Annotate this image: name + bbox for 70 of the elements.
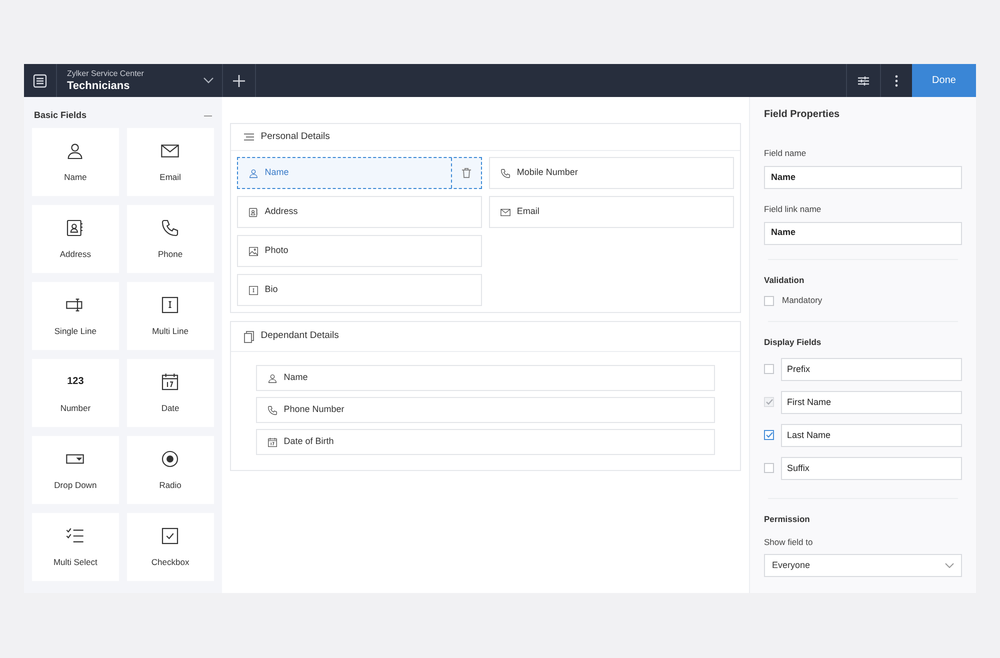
field-type-tile[interactable]: Drop Down xyxy=(32,436,119,504)
text-area-icon xyxy=(160,294,180,315)
field-type-tile[interactable]: Email xyxy=(126,128,214,196)
section-title: Dependant Details xyxy=(260,329,339,344)
field-type-tile[interactable]: Address xyxy=(32,205,119,273)
radio-icon xyxy=(160,448,180,469)
number-glyph: 123 xyxy=(67,374,84,389)
form-field[interactable]: Name xyxy=(256,365,715,391)
section-title: Permission xyxy=(764,512,811,526)
field-type-tile[interactable]: Date xyxy=(126,359,214,427)
field-type-tile[interactable]: Multi Select xyxy=(32,513,119,581)
section-lines-icon xyxy=(242,131,255,143)
field-label: Show field to xyxy=(764,536,814,548)
panel-title: Field Properties xyxy=(764,108,841,122)
documents-icon xyxy=(242,330,255,342)
option-label: Mandatory xyxy=(782,294,822,307)
person-icon xyxy=(248,168,259,178)
form-field[interactable]: Phone Number xyxy=(256,397,715,423)
envelope-icon xyxy=(500,206,511,218)
settings-icon[interactable] xyxy=(858,76,869,86)
checkbox[interactable] xyxy=(764,364,774,374)
form-title: Technicians xyxy=(67,80,131,92)
address-book-icon xyxy=(248,206,259,218)
trash-icon[interactable] xyxy=(462,168,471,178)
add-icon[interactable] xyxy=(233,74,245,86)
field-type-tile[interactable]: Checkbox xyxy=(126,513,214,581)
chevron-down-icon[interactable] xyxy=(203,77,214,84)
form-field[interactable]: Email xyxy=(488,196,734,228)
form-field[interactable]: Date of Birth xyxy=(256,429,715,455)
phone-icon xyxy=(266,404,278,416)
field-type-tile[interactable]: Single Line xyxy=(32,282,119,350)
phone-icon xyxy=(500,168,511,178)
form-field[interactable]: Name xyxy=(236,157,482,189)
form-icon xyxy=(33,74,47,88)
image-icon xyxy=(248,246,259,256)
field-type-tile[interactable]: Multi Line xyxy=(126,282,214,350)
more-icon[interactable] xyxy=(895,74,898,86)
address-book-icon xyxy=(65,218,86,238)
field-label: Field name xyxy=(764,147,808,160)
checkbox-icon xyxy=(160,526,180,546)
text-field[interactable]: Last Name xyxy=(781,424,962,447)
checkbox[interactable] xyxy=(764,296,774,306)
calendar-icon xyxy=(160,372,180,392)
field-type-tile[interactable]: Phone xyxy=(126,205,214,273)
person-icon xyxy=(266,372,278,384)
palette-title: Basic Fields xyxy=(34,109,87,122)
field-type-tile[interactable]: Radio xyxy=(126,436,214,504)
dropdown-field[interactable]: Everyone xyxy=(764,554,962,578)
section-title: Display Fields xyxy=(764,336,822,349)
chevron-down-icon xyxy=(945,563,954,568)
field-type-tile[interactable]: 123 Number xyxy=(32,359,119,427)
app-name: Zylker Service Center xyxy=(67,70,144,78)
form-field[interactable]: Photo xyxy=(236,235,482,267)
field-label: Field link name xyxy=(764,202,822,216)
text-field[interactable]: Suffix xyxy=(781,456,962,480)
section-title: Personal Details xyxy=(260,130,330,144)
checkbox[interactable] xyxy=(764,463,774,474)
checkbox[interactable] xyxy=(764,430,774,440)
field-type-tile[interactable]: Name xyxy=(32,128,119,196)
text-field[interactable]: Name xyxy=(764,166,962,189)
form-field[interactable]: Address xyxy=(236,196,482,228)
form-field[interactable]: Bio xyxy=(236,274,482,306)
text-area-icon xyxy=(248,284,259,296)
done-button[interactable]: Done xyxy=(912,64,976,97)
text-field[interactable]: Name xyxy=(764,222,962,244)
text-field[interactable]: Prefix xyxy=(781,358,962,381)
calendar-icon xyxy=(266,436,278,448)
form-field[interactable]: Mobile Number xyxy=(488,157,734,189)
phone-icon xyxy=(160,218,180,238)
section-title: Validation xyxy=(764,274,806,286)
